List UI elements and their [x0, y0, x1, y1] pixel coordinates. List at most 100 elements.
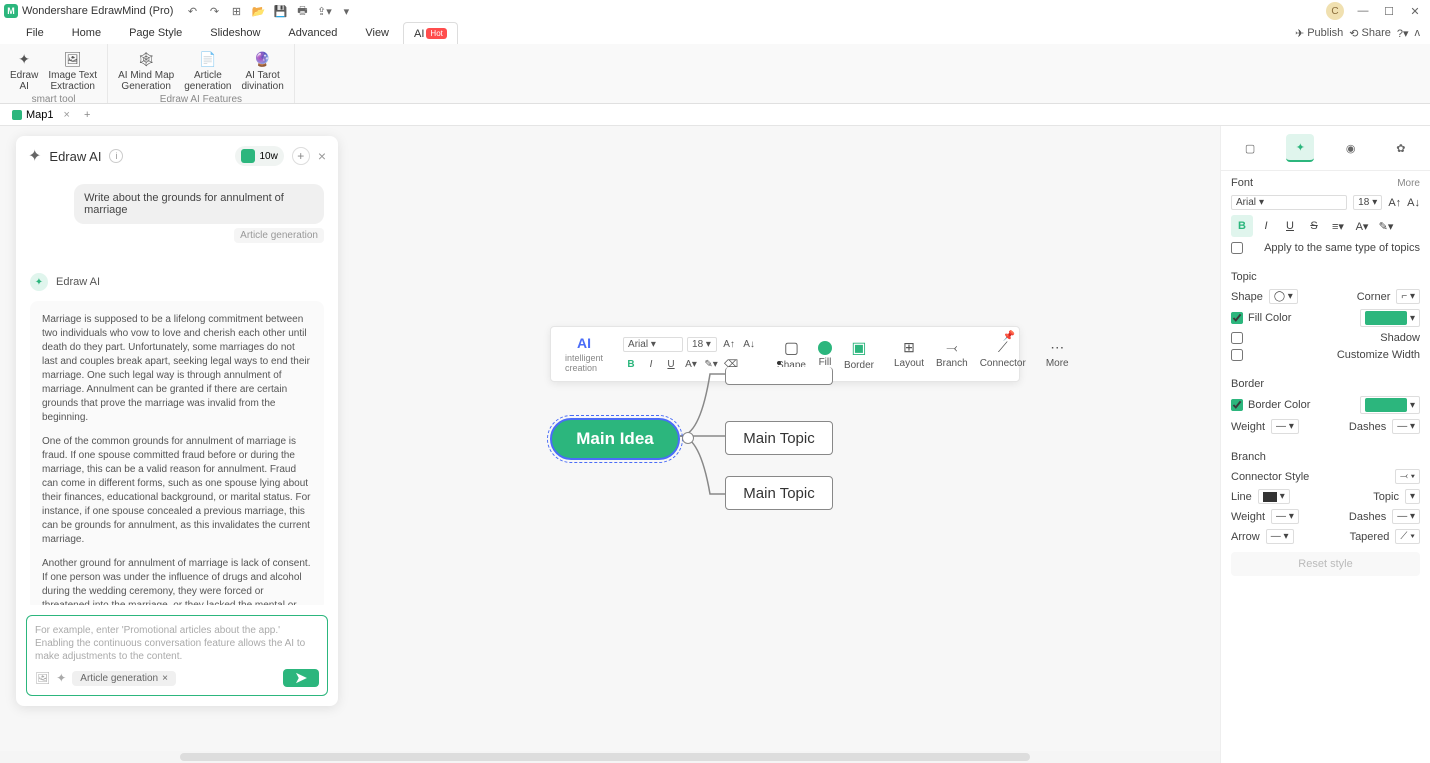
fill-color-picker[interactable]: ▾: [1360, 309, 1420, 327]
topic-node-1[interactable]: •: [725, 367, 833, 385]
tapered-select[interactable]: ⟋ ▾: [1395, 529, 1420, 544]
toolbar-border-button[interactable]: ▣Border: [838, 327, 880, 381]
info-icon[interactable]: i: [109, 149, 123, 163]
font-color-button[interactable]: A▾: [1351, 215, 1373, 237]
connector-style-select[interactable]: ⤙ ▾: [1395, 469, 1420, 484]
ai-tarot-button[interactable]: 🔮AI Tarot divination: [238, 48, 288, 94]
undo-icon[interactable]: ↶: [185, 4, 199, 18]
export-icon[interactable]: ⇪▾: [317, 4, 331, 18]
menu-file[interactable]: File: [12, 22, 58, 44]
ai-input-area: For example, enter 'Promotional articles…: [16, 605, 338, 706]
branch-dashes-select[interactable]: — ▾: [1392, 509, 1420, 524]
image-input-icon[interactable]: 🖼: [35, 671, 50, 685]
topic-node-3[interactable]: Main Topic: [725, 476, 833, 510]
qat-more-icon[interactable]: ▾: [339, 4, 353, 18]
border-weight-select[interactable]: — ▾: [1271, 419, 1299, 434]
shape-select[interactable]: ◯ ▾: [1269, 289, 1298, 304]
menu-view[interactable]: View: [351, 22, 403, 44]
new-icon[interactable]: ⊞: [229, 4, 243, 18]
highlight-button[interactable]: ✎▾: [1375, 215, 1397, 237]
menu-home[interactable]: Home: [58, 22, 115, 44]
bold-button[interactable]: B: [623, 356, 639, 372]
close-window-icon[interactable]: ✕: [1404, 0, 1426, 22]
panel-tab-theme-icon[interactable]: ◉: [1337, 134, 1365, 162]
font-family-select[interactable]: Arial ▾: [1231, 195, 1347, 210]
font-family-select[interactable]: Arial ▾: [623, 337, 683, 352]
italic-button[interactable]: I: [1255, 215, 1277, 237]
settings-input-icon[interactable]: ✦: [56, 671, 66, 685]
panel-tab-page-icon[interactable]: ▢: [1236, 134, 1264, 162]
toolbar-branch-button[interactable]: ⤙Branch: [930, 327, 974, 381]
menu-ai[interactable]: AI Hot: [403, 22, 458, 44]
toolbar-ai-button[interactable]: AI intelligent creation: [559, 327, 609, 381]
font-color-button[interactable]: A▾: [683, 356, 699, 372]
menu-advanced[interactable]: Advanced: [274, 22, 351, 44]
credits-badge[interactable]: 10w: [235, 146, 283, 166]
reset-style-button[interactable]: Reset style: [1231, 552, 1420, 576]
ai-mindmap-button[interactable]: 🕸AI Mind Map Generation: [114, 48, 178, 94]
underline-button[interactable]: U: [663, 356, 679, 372]
ai-response-p1: Marriage is supposed to be a lifelong co…: [42, 313, 312, 425]
horizontal-scrollbar[interactable]: [180, 753, 1030, 761]
border-color-checkbox[interactable]: [1231, 399, 1243, 411]
shadow-checkbox[interactable]: [1231, 332, 1243, 344]
user-avatar[interactable]: C: [1326, 2, 1344, 20]
collapse-ribbon-icon[interactable]: ʌ: [1415, 27, 1421, 39]
apply-same-checkbox[interactable]: [1231, 242, 1243, 254]
ai-panel-title: Edraw AI: [49, 149, 101, 164]
tab-add-button[interactable]: +: [78, 109, 96, 121]
font-shrink-icon[interactable]: A↓: [741, 336, 757, 352]
line-color-select[interactable]: ▾: [1258, 489, 1290, 504]
minimize-icon[interactable]: —: [1352, 0, 1374, 22]
font-shrink-icon[interactable]: A↓: [1407, 197, 1420, 209]
tab-map1[interactable]: Map1 ×: [4, 104, 78, 126]
fill-color-checkbox[interactable]: [1231, 312, 1243, 324]
image-text-extraction-button[interactable]: 🖼Image Text Extraction: [44, 48, 101, 94]
underline-button[interactable]: U: [1279, 215, 1301, 237]
italic-button[interactable]: I: [643, 356, 659, 372]
branch-weight-select[interactable]: — ▾: [1271, 509, 1299, 524]
canvas[interactable]: AI intelligent creation Arial ▾ 18 ▾ A↑ …: [350, 126, 1220, 751]
print-icon[interactable]: 🖶: [295, 4, 309, 18]
menu-slideshow[interactable]: Slideshow: [196, 22, 274, 44]
toolbar-layout-button[interactable]: ⊞Layout: [888, 327, 930, 381]
main-idea-node[interactable]: Main Idea: [550, 418, 680, 460]
menu-page-style[interactable]: Page Style: [115, 22, 196, 44]
edraw-ai-button[interactable]: ✦Edraw AI: [6, 48, 42, 94]
expand-handle-icon[interactable]: [682, 432, 694, 444]
redo-icon[interactable]: ↷: [207, 4, 221, 18]
maximize-icon[interactable]: ☐: [1378, 0, 1400, 22]
mode-chip[interactable]: Article generation ×: [72, 671, 176, 686]
custom-width-checkbox[interactable]: [1231, 349, 1243, 361]
add-credits-button[interactable]: +: [292, 147, 310, 165]
publish-button[interactable]: ✈ Publish: [1295, 27, 1343, 40]
topic-select[interactable]: ▾: [1405, 489, 1420, 504]
more-link[interactable]: More: [1397, 178, 1420, 189]
close-panel-icon[interactable]: ×: [318, 148, 326, 164]
align-button[interactable]: ≡▾: [1327, 215, 1349, 237]
send-button[interactable]: ➤: [283, 669, 319, 687]
panel-tab-icons-icon[interactable]: ✿: [1387, 134, 1415, 162]
topic-node-2[interactable]: Main Topic: [725, 421, 833, 455]
panel-tab-style-icon[interactable]: ✦: [1286, 134, 1314, 162]
help-button[interactable]: ?▾: [1397, 27, 1409, 40]
ai-input-box[interactable]: For example, enter 'Promotional articles…: [26, 615, 328, 696]
corner-select[interactable]: ⌐ ▾: [1396, 289, 1420, 304]
pin-icon[interactable]: 📌: [1003, 331, 1015, 342]
font-size-select[interactable]: 18 ▾: [687, 337, 717, 352]
highlight-button[interactable]: ✎▾: [703, 356, 719, 372]
open-icon[interactable]: 📂: [251, 4, 265, 18]
strike-button[interactable]: S: [1303, 215, 1325, 237]
border-dashes-select[interactable]: — ▾: [1392, 419, 1420, 434]
tab-close-icon[interactable]: ×: [64, 109, 70, 121]
arrow-select[interactable]: — ▾: [1266, 529, 1294, 544]
share-button[interactable]: ⟲ Share: [1349, 27, 1391, 40]
article-generation-button[interactable]: 📄Article generation: [180, 48, 235, 94]
border-color-picker[interactable]: ▾: [1360, 396, 1420, 414]
bold-button[interactable]: B: [1231, 215, 1253, 237]
save-icon[interactable]: 💾: [273, 4, 287, 18]
font-size-select[interactable]: 18 ▾: [1353, 195, 1382, 210]
font-grow-icon[interactable]: A↑: [1388, 197, 1401, 209]
font-grow-icon[interactable]: A↑: [721, 336, 737, 352]
toolbar-more-button[interactable]: ⋯More: [1040, 327, 1075, 381]
